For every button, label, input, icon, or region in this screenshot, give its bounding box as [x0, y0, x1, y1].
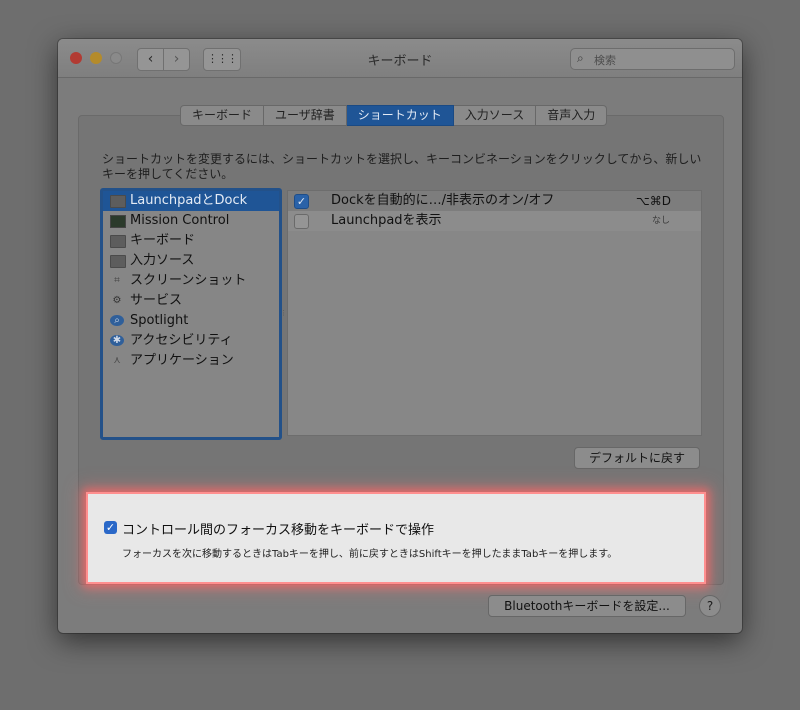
- shortcut-checkbox[interactable]: [294, 214, 309, 229]
- focus-checkbox[interactable]: ✓: [104, 521, 117, 534]
- category-keyboard[interactable]: キーボード: [103, 231, 279, 251]
- category-label: キーボード: [130, 233, 196, 248]
- applications-icon: ⋏: [113, 355, 121, 366]
- shortcut-row[interactable]: Launchpadを表示 なし: [288, 211, 701, 231]
- shortcut-label: Dockを自動的に…/非表示のオン/オフ: [331, 193, 555, 208]
- shortcut-row[interactable]: ✓ Dockを自動的に…/非表示のオン/オフ ⌥⌘D: [288, 191, 701, 211]
- mission-control-icon: [110, 215, 126, 228]
- category-list[interactable]: LaunchpadとDock Mission Control キーボード 入力ソ…: [100, 188, 282, 440]
- instruction-text: ショートカットを変更するには、ショートカットを選択し、キーコンビネーションをクリ…: [102, 152, 702, 181]
- category-mission-control[interactable]: Mission Control: [103, 211, 279, 231]
- focus-option-label: コントロール間のフォーカス移動をキーボードで操作: [122, 523, 435, 538]
- focus-option-description: フォーカスを次に移動するときはTabキーを押し、前に戻すときはShiftキーを押…: [122, 549, 618, 560]
- tab-dictation[interactable]: 音声入力: [536, 105, 608, 126]
- shortcut-key[interactable]: なし: [652, 211, 670, 231]
- gear-icon: ⚙: [112, 295, 122, 306]
- spotlight-icon: ⌕: [110, 315, 124, 326]
- category-label: サービス: [130, 293, 183, 308]
- category-services[interactable]: ⚙ サービス: [103, 291, 279, 311]
- tab-shortcuts[interactable]: ショートカット: [346, 105, 454, 126]
- input-sources-icon: [110, 255, 126, 268]
- search-field[interactable]: ⌕ 検索: [570, 48, 735, 70]
- keyboard-icon: [110, 235, 126, 248]
- tab-input-sources[interactable]: 入力ソース: [453, 105, 537, 126]
- setup-bluetooth-keyboard-button[interactable]: Bluetoothキーボードを設定...: [488, 595, 686, 617]
- help-button[interactable]: ?: [699, 595, 721, 617]
- category-accessibility[interactable]: ✱ アクセシビリティ: [103, 331, 279, 351]
- category-label: Mission Control: [130, 213, 230, 228]
- category-label: Spotlight: [130, 313, 189, 328]
- shortcut-key[interactable]: ⌥⌘D: [636, 191, 671, 211]
- category-spotlight[interactable]: ⌕ Spotlight: [103, 311, 279, 331]
- accessibility-icon: ✱: [110, 335, 124, 346]
- shortcut-list[interactable]: ✓ Dockを自動的に…/非表示のオン/オフ ⌥⌘D Launchpadを表示 …: [287, 190, 702, 436]
- tab-bar: キーボード ユーザ辞書 ショートカット 入力ソース 音声入力: [180, 105, 608, 126]
- titlebar: ‹ › ⋮⋮⋮ キーボード ⌕ 検索: [58, 39, 742, 78]
- screenshot-icon: ⌗: [114, 275, 120, 286]
- category-label: アクセシビリティ: [130, 333, 233, 348]
- category-label: スクリーンショット: [130, 273, 247, 288]
- shortcut-label: Launchpadを表示: [331, 213, 442, 228]
- shortcut-checkbox[interactable]: ✓: [294, 194, 309, 209]
- category-label: アプリケーション: [130, 353, 234, 368]
- category-label: 入力ソース: [130, 253, 195, 268]
- category-input-sources[interactable]: 入力ソース: [103, 251, 279, 271]
- restore-default-button[interactable]: デフォルトに戻す: [574, 447, 700, 469]
- focus-option-highlight: ✓ コントロール間のフォーカス移動をキーボードで操作 フォーカスを次に移動すると…: [86, 492, 706, 584]
- launchpad-icon: [110, 195, 126, 208]
- category-launchpad-dock[interactable]: LaunchpadとDock: [103, 191, 279, 211]
- search-placeholder: 検索: [594, 54, 616, 67]
- category-screenshots[interactable]: ⌗ スクリーンショット: [103, 271, 279, 291]
- split-handle[interactable]: ⋮: [280, 309, 287, 317]
- category-label: LaunchpadとDock: [130, 193, 248, 208]
- tab-keyboard[interactable]: キーボード: [180, 105, 265, 126]
- preferences-window: ‹ › ⋮⋮⋮ キーボード ⌕ 検索 キーボード ユーザ辞書 ショートカット 入…: [58, 39, 742, 633]
- category-applications[interactable]: ⋏ アプリケーション: [103, 351, 279, 371]
- tab-user-dictionary[interactable]: ユーザ辞書: [264, 105, 347, 126]
- search-icon: ⌕: [577, 51, 584, 65]
